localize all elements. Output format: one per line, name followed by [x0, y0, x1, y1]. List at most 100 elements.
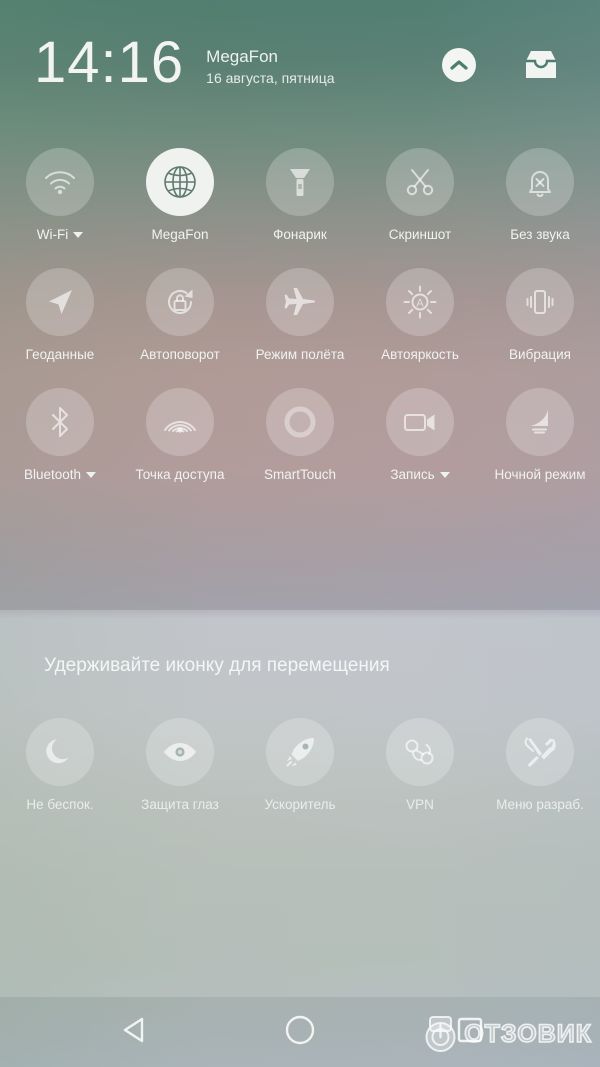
tile-label: Запись: [390, 467, 450, 482]
tile-mobile-data[interactable]: MegaFon: [120, 148, 240, 242]
flashlight-icon[interactable]: [266, 148, 334, 216]
edit-tiles-grid: Не беспок. Защита глаз Ускоритель VPN Ме…: [0, 718, 600, 812]
tile-label-text: Защита глаз: [141, 797, 219, 812]
carrier-block: MegaFon 16 августа, пятница: [206, 42, 334, 88]
tile-eye-care[interactable]: Защита глаз: [120, 718, 240, 812]
tile-label-text: Запись: [390, 467, 435, 482]
otzovik-logo-icon: [425, 1016, 456, 1052]
tile-label-text: Скриншот: [388, 227, 452, 242]
airplane-icon[interactable]: [266, 268, 334, 336]
tile-label: MegaFon: [151, 227, 208, 242]
rocket-icon[interactable]: [266, 718, 334, 786]
tile-label-text: Не беспок.: [26, 797, 94, 812]
tile-label-text: Без звука: [510, 227, 570, 242]
tile-label-text: Точка доступа: [135, 467, 225, 482]
tile-label: Ночной режим: [495, 467, 586, 482]
bell-off-icon[interactable]: [506, 148, 574, 216]
tile-hotspot[interactable]: Точка доступа: [120, 388, 240, 482]
hotspot-icon[interactable]: [146, 388, 214, 456]
watermark-text: ОТЗОВИК: [463, 1019, 592, 1049]
vpn-key-icon[interactable]: [386, 718, 454, 786]
chevron-down-icon[interactable]: [439, 471, 450, 478]
tile-label: Ускоритель: [264, 797, 335, 812]
eye-icon[interactable]: [146, 718, 214, 786]
tile-label: Без звука: [510, 227, 570, 242]
current-date: 16 августа, пятница: [206, 70, 335, 87]
carrier-name: MegaFon: [206, 47, 278, 67]
crescent-moon-icon[interactable]: [26, 718, 94, 786]
tile-label: Не беспок.: [26, 797, 93, 812]
tile-label: Вибрация: [509, 347, 571, 362]
tile-label-text: Геоданные: [25, 347, 95, 362]
status-header: 14:16 MegaFon 16 августа, пятница: [0, 0, 600, 130]
tile-label-text: Режим полёта: [255, 347, 345, 362]
tile-screenshot[interactable]: Скриншот: [360, 148, 480, 242]
clock: 14:16: [34, 30, 185, 95]
tile-label: Bluetooth: [23, 467, 97, 482]
tile-label: Скриншот: [389, 227, 451, 242]
tile-label: Фонарик: [273, 227, 327, 242]
tile-label-text: Ночной режим: [494, 467, 586, 482]
quick-settings-grid: Wi-Fi MegaFon Фонарик Скриншот Без звука…: [0, 148, 600, 482]
tile-record[interactable]: Запись: [360, 388, 480, 482]
tile-label-text: Фонарик: [273, 227, 327, 242]
svg-text:A: A: [416, 298, 424, 310]
tile-developer-menu[interactable]: Меню разраб.: [480, 718, 600, 812]
globe-icon[interactable]: [146, 148, 214, 216]
location-arrow-icon[interactable]: [26, 268, 94, 336]
tile-autorotate[interactable]: Автоповорот: [120, 268, 240, 362]
edit-hint-text: Удерживайте иконку для перемещения: [44, 655, 390, 676]
tile-label: Автояркость: [381, 347, 459, 362]
tools-icon[interactable]: [506, 718, 574, 786]
tile-airplane[interactable]: Режим полёта: [240, 268, 360, 362]
tile-label: VPN: [406, 797, 434, 812]
tile-label-text: Вибрация: [509, 347, 571, 362]
tile-label: Меню разраб.: [496, 797, 584, 812]
inbox-tray-icon[interactable]: [522, 48, 560, 82]
tile-wifi[interactable]: Wi-Fi: [0, 148, 120, 242]
site-watermark: ОТЗОВИК: [420, 1013, 592, 1055]
chevron-down-icon[interactable]: [73, 231, 84, 238]
tile-label-text: Меню разраб.: [496, 797, 584, 812]
tile-label-text: Wi-Fi: [36, 227, 69, 242]
tile-location[interactable]: Геоданные: [0, 268, 120, 362]
wifi-icon[interactable]: [26, 148, 94, 216]
rotation-lock-icon[interactable]: [146, 268, 214, 336]
tile-label-text: Ускоритель: [264, 797, 336, 812]
tile-night-mode[interactable]: Ночной режим: [480, 388, 600, 482]
tile-label: Автоповорот: [140, 347, 220, 362]
tile-vibration[interactable]: Вибрация: [480, 268, 600, 362]
tile-label-text: MegaFon: [151, 227, 209, 242]
tile-label: Режим полёта: [256, 347, 345, 362]
tile-vpn[interactable]: VPN: [360, 718, 480, 812]
home-button[interactable]: [283, 1013, 317, 1052]
tile-bluetooth[interactable]: Bluetooth: [0, 388, 120, 482]
tile-label-text: VPN: [406, 797, 434, 812]
tile-flashlight[interactable]: Фонарик: [240, 148, 360, 242]
tile-label: Геоданные: [26, 347, 95, 362]
video-camera-icon[interactable]: [386, 388, 454, 456]
tile-label-text: SmartTouch: [263, 467, 337, 482]
back-button[interactable]: [118, 1014, 152, 1051]
chevron-up-icon[interactable]: [442, 48, 476, 82]
vibration-icon[interactable]: [506, 268, 574, 336]
tile-label: Точка доступа: [136, 467, 225, 482]
bluetooth-icon[interactable]: [26, 388, 94, 456]
tile-label: Защита глаз: [141, 797, 219, 812]
tile-auto-brightness[interactable]: A Автояркость: [360, 268, 480, 362]
tile-label: Wi-Fi: [36, 227, 84, 242]
auto-brightness-icon[interactable]: A: [386, 268, 454, 336]
scissors-icon[interactable]: [386, 148, 454, 216]
tile-silent[interactable]: Без звука: [480, 148, 600, 242]
tile-label-text: Автоповорот: [140, 347, 220, 362]
tile-do-not-disturb[interactable]: Не беспок.: [0, 718, 120, 812]
tile-booster[interactable]: Ускоритель: [240, 718, 360, 812]
header-actions: [442, 48, 566, 82]
tile-label-text: Автояркость: [381, 347, 459, 362]
tile-label-text: Bluetooth: [23, 467, 82, 482]
tile-smarttouch[interactable]: SmartTouch: [240, 388, 360, 482]
chevron-down-icon[interactable]: [86, 471, 97, 478]
tile-label: SmartTouch: [264, 467, 336, 482]
ring-icon[interactable]: [266, 388, 334, 456]
moon-water-icon[interactable]: [506, 388, 574, 456]
